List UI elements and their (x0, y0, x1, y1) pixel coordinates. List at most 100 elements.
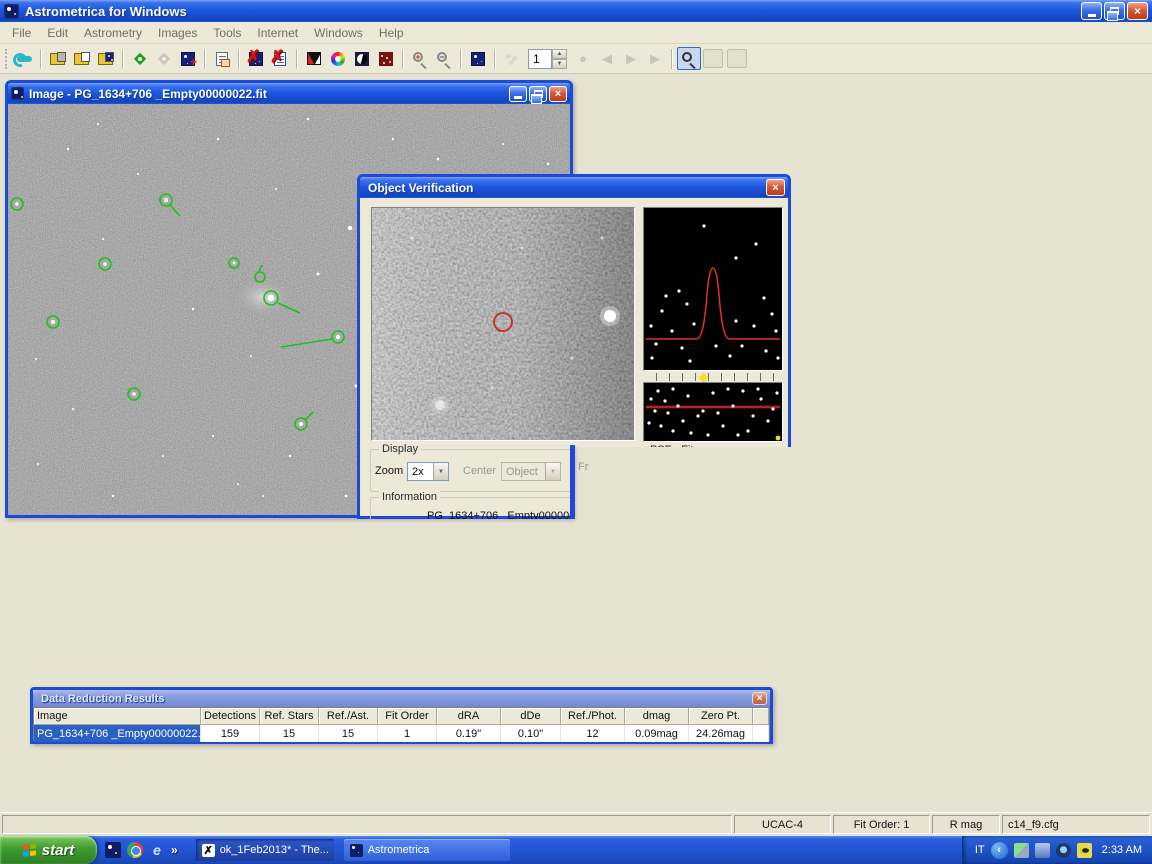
blink-dots-icon (505, 53, 520, 65)
app-title-bar[interactable]: Astrometrica for Windows × (0, 0, 1152, 22)
dialog-title-bar[interactable]: Object Verification × (360, 177, 788, 198)
chevron-right-icon[interactable]: » (171, 843, 178, 857)
windows-flag-icon (23, 843, 37, 857)
blink-frame-spinner[interactable]: 1 ▲ ▼ (528, 49, 567, 69)
minimize-icon (1088, 14, 1096, 17)
cell-ref-phot: 12 (561, 725, 625, 742)
results-title-bar[interactable]: Data Reduction Results × (33, 690, 770, 707)
status-message-cell (2, 815, 732, 834)
display-group: Display Zoom 2x ▼ Center Object ▼ (370, 449, 574, 492)
results-data-row[interactable]: PG_1634+706 _Empty00000022. 159 15 15 1 … (34, 725, 769, 742)
restore-button[interactable] (1104, 2, 1125, 20)
chrome-icon[interactable] (127, 842, 143, 858)
col-ref-ast[interactable]: Ref./Ast. (319, 708, 378, 725)
center-select-value: Object (502, 466, 545, 478)
eye-utility-icon[interactable] (1077, 843, 1092, 858)
known-objects-button[interactable] (466, 47, 490, 70)
record-button: ● (571, 47, 595, 70)
col-detections[interactable]: Detections (201, 708, 260, 725)
taskbar-clock[interactable]: 2:33 AM (1102, 844, 1142, 856)
language-indicator[interactable]: IT (975, 844, 985, 856)
menu-internet[interactable]: Internet (249, 23, 306, 43)
invert-display-button[interactable] (350, 47, 374, 70)
menu-astrometry[interactable]: Astrometry (76, 23, 150, 43)
col-dmag[interactable]: dmag (625, 708, 689, 725)
close-button[interactable]: × (1127, 2, 1148, 20)
settings-button[interactable] (12, 47, 36, 70)
delete-image-button[interactable]: ✗ (268, 47, 292, 70)
col-dde[interactable]: dDe (501, 708, 561, 725)
open-folder-white-icon (74, 52, 90, 65)
cell-zero-pt: 24.26mag (689, 725, 753, 742)
zoom-label: Zoom (375, 465, 403, 477)
add-reference-stars-button[interactable]: + (176, 47, 200, 70)
load-new-image-button[interactable] (70, 47, 94, 70)
menu-windows[interactable]: Windows (306, 23, 371, 43)
col-ref-stars[interactable]: Ref. Stars (260, 708, 319, 725)
restore-button[interactable] (529, 86, 547, 102)
object-detect-button[interactable]: ◆ (128, 47, 152, 70)
color-palette-button[interactable] (326, 47, 350, 70)
cell-image[interactable]: PG_1634+706 _Empty00000022. (34, 725, 201, 742)
col-zero-pt[interactable]: Zero Pt. (689, 708, 753, 725)
app-title: Astrometrica for Windows (25, 4, 187, 19)
spin-up-icon[interactable]: ▲ (552, 49, 567, 59)
step-back-button: ◀ (595, 47, 619, 70)
close-button[interactable]: × (766, 179, 785, 196)
minimize-icon (514, 96, 522, 99)
menu-file[interactable]: File (4, 23, 39, 43)
zoom-in-button[interactable]: + (408, 47, 432, 70)
menu-images[interactable]: Images (150, 23, 205, 43)
col-ref-phot[interactable]: Ref./Phot. (561, 708, 625, 725)
report-button[interactable] (210, 47, 234, 70)
zoom-out-button[interactable]: − (432, 47, 456, 70)
display-group-label: Display (379, 443, 421, 455)
col-fit-order[interactable]: Fit Order (378, 708, 437, 725)
load-image-button[interactable] (46, 47, 70, 70)
separator (671, 49, 673, 69)
astrometrica-shortcut-icon[interactable] (105, 842, 121, 858)
menu-tools[interactable]: Tools (205, 23, 249, 43)
object-zoom-view[interactable] (371, 207, 635, 441)
frame-label-clipped: Fr (578, 461, 588, 473)
tray-collapse-button[interactable]: ‹ (991, 842, 1008, 859)
task-button-astrometrica[interactable]: Astrometrica (344, 839, 510, 861)
network-status-icon[interactable] (1014, 843, 1029, 858)
image-window-title-bar[interactable]: Image - PG_1634+706 _Empty00000022.fit × (8, 83, 570, 104)
zoom-in-icon: + (412, 51, 428, 67)
connection-icon[interactable] (1035, 843, 1050, 858)
internet-explorer-icon[interactable]: e (149, 842, 165, 858)
histogram-button[interactable] (302, 47, 326, 70)
star-sparkle-icon (471, 52, 485, 66)
menu-help[interactable]: Help (371, 23, 412, 43)
star-field-add-icon: + (181, 52, 195, 66)
minimize-button[interactable] (1081, 2, 1102, 20)
webcam-icon[interactable] (1056, 843, 1071, 858)
green-target-icon: ◆ (134, 51, 146, 67)
cell-dmag: 0.09mag (625, 725, 689, 742)
spin-down-icon[interactable]: ▼ (552, 59, 567, 69)
delete-reference-stars-button[interactable]: ✗ (244, 47, 268, 70)
chevron-down-icon[interactable]: ▼ (433, 463, 448, 480)
col-dra[interactable]: dRA (437, 708, 501, 725)
zoom-select[interactable]: 2x ▼ (407, 462, 449, 481)
x-app-icon: ✗ (202, 844, 215, 857)
menu-edit[interactable]: Edit (39, 23, 76, 43)
cell-detections: 159 (201, 725, 260, 742)
read-header-button[interactable] (374, 47, 398, 70)
cell-ref-stars: 15 (260, 725, 319, 742)
close-button[interactable]: × (549, 86, 567, 102)
aux-view-button-1 (703, 49, 723, 68)
start-button[interactable]: start (0, 836, 97, 864)
contrast-icon (355, 52, 369, 66)
col-image[interactable]: Image (34, 708, 201, 725)
load-star-catalog-button[interactable] (94, 47, 118, 70)
task-button-editor[interactable]: ✗ ok_1Feb2013* - The... (196, 839, 334, 861)
red-data-icon (379, 52, 393, 66)
minimize-button[interactable] (509, 86, 527, 102)
close-button[interactable]: × (752, 692, 767, 705)
blink-frame-value[interactable]: 1 (528, 49, 552, 69)
psf-plot (643, 207, 783, 371)
magnifier-view-button[interactable] (677, 47, 701, 70)
toolbar-grip[interactable] (5, 49, 9, 69)
